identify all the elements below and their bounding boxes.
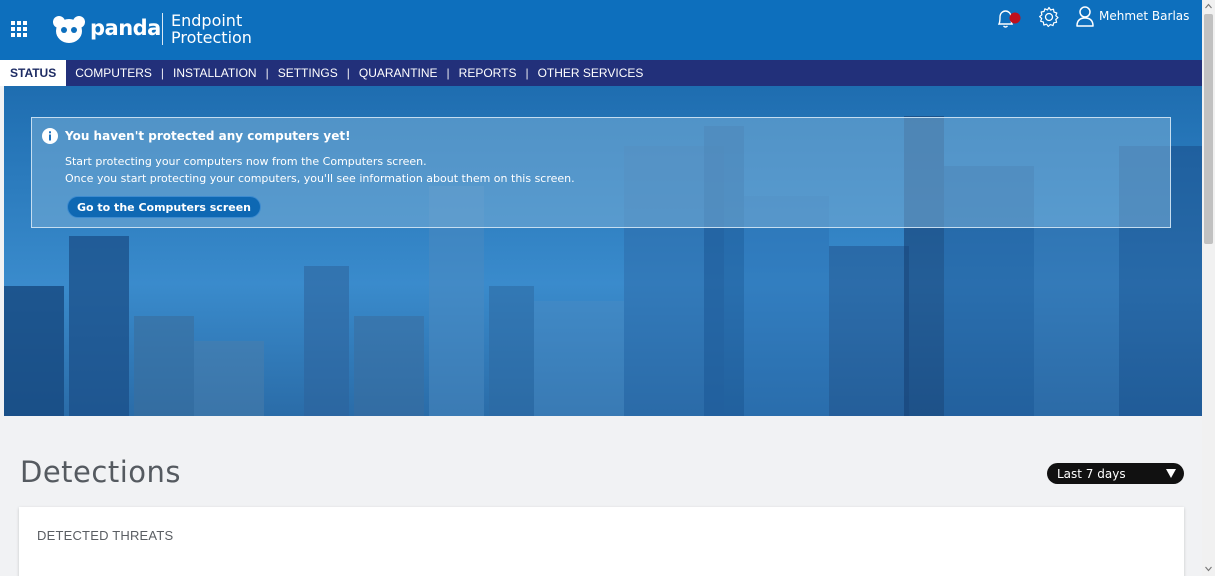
user-icon [1076, 6, 1094, 27]
notice-line-1: Start protecting your computers now from… [65, 155, 427, 168]
section-title-detections: Detections [20, 455, 181, 489]
page-scrollbar[interactable] [1202, 0, 1215, 576]
nav-separator: | [525, 66, 529, 80]
apps-grid-icon[interactable] [11, 21, 27, 37]
user-name: Mehmet Barlas [1099, 9, 1190, 23]
no-computers-notice: You haven't protected any computers yet!… [31, 117, 1171, 228]
tab-installation[interactable]: INSTALLATION [164, 60, 266, 86]
gear-icon[interactable] [1037, 5, 1061, 29]
tab-computers[interactable]: COMPUTERS [66, 60, 161, 86]
user-menu[interactable]: Mehmet Barlas [1075, 4, 1189, 28]
notice-line-2: Once you start protecting your computers… [65, 172, 575, 185]
tab-reports[interactable]: REPORTS [450, 60, 526, 86]
notice-title: You haven't protected any computers yet! [65, 129, 351, 143]
nav-separator: | [265, 66, 269, 80]
main-nav: STATUS COMPUTERS | INSTALLATION | SETTIN… [0, 60, 1202, 86]
scroll-thumb[interactable] [1204, 14, 1213, 244]
tab-other-services[interactable]: OTHER SERVICES [529, 60, 653, 86]
logo-divider [162, 13, 163, 45]
card-title: DETECTED THREATS [37, 528, 174, 543]
detected-threats-card: DETECTED THREATS [19, 507, 1184, 576]
period-select[interactable]: Last 7 days [1047, 463, 1184, 484]
bell-icon[interactable] [995, 6, 1027, 30]
caret-down-icon [1166, 469, 1176, 478]
scroll-up-arrow-icon[interactable] [1205, 3, 1212, 10]
product-name-line1: Endpoint [171, 11, 243, 30]
panda-logo-icon [53, 16, 85, 43]
brand-wordmark: panda [90, 16, 161, 40]
nav-separator: | [160, 66, 165, 80]
info-icon [42, 128, 58, 144]
top-header: panda Endpoint Protection Mehmet Barlas [0, 0, 1202, 60]
tab-status[interactable]: STATUS [0, 60, 67, 86]
nav-separator: | [446, 66, 450, 80]
period-select-value: Last 7 days [1057, 467, 1126, 481]
product-name: Endpoint Protection [171, 12, 252, 46]
nav-separator: | [346, 66, 350, 80]
tab-settings[interactable]: SETTINGS [269, 60, 347, 86]
scroll-down-arrow-icon[interactable] [1205, 565, 1212, 572]
product-name-line2: Protection [171, 28, 252, 47]
tab-quarantine[interactable]: QUARANTINE [350, 60, 447, 86]
go-to-computers-button[interactable]: Go to the Computers screen [67, 196, 262, 218]
